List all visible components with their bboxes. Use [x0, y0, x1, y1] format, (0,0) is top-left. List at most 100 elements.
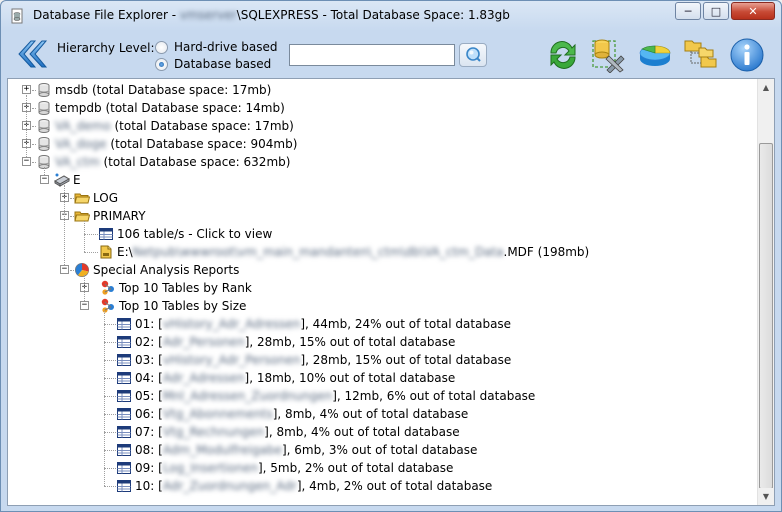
tree-node-drive[interactable]: E [54, 171, 81, 189]
expander-db-4[interactable]: − [22, 157, 31, 166]
tree-node-database[interactable]: VA_doge (total Database space: 904mb) [36, 135, 297, 153]
rank-prefix: 04: [ [135, 371, 163, 385]
size-list-item[interactable]: 08: [Adm_Modulfreigabe], 6mb, 3% out of … [116, 441, 477, 459]
size-list-item[interactable]: 09: [Log_Insertionen], 5mb, 2% out of to… [116, 459, 453, 477]
search-button[interactable] [459, 43, 487, 67]
vertical-scrollbar[interactable]: ▲ ▼ [757, 79, 774, 505]
table-name: vHistory_Adr_Adressen [162, 317, 301, 331]
mdf-prefix: E:\ [117, 245, 133, 259]
drive-icon [54, 172, 70, 188]
tree-line [84, 275, 85, 301]
tree-line [84, 252, 98, 253]
rank-prefix: 10: [ [135, 479, 163, 493]
size-list-item[interactable]: 07: [Vtg_Rechnungen], 8mb, 4% out of tot… [116, 423, 460, 441]
tree-node-log-folder[interactable]: LOG [74, 189, 118, 207]
scroll-up-button[interactable]: ▲ [758, 79, 774, 96]
tree-line [64, 185, 65, 265]
title-bar[interactable]: Database File Explorer - vmserver\SQLEXP… [1, 1, 781, 31]
radio-hard-drive-circle[interactable] [155, 40, 168, 54]
toolbar: Hierarchy Level: Hard-drive based Databa… [7, 31, 775, 77]
search-input[interactable] [289, 44, 455, 66]
database-name: msdb [55, 83, 89, 97]
tree-node-database[interactable]: tempdb (total Database space: 14mb) [36, 99, 285, 117]
database-tools-icon[interactable] [591, 37, 627, 73]
tree-line [84, 234, 98, 235]
radio-database[interactable]: Database based [155, 57, 271, 71]
drive-name: E [73, 173, 81, 187]
scroll-down-button[interactable]: ▼ [758, 488, 774, 505]
database-size: (total Database space: 14mb) [101, 101, 285, 115]
data-file-icon [98, 244, 114, 260]
back-arrow-icon[interactable] [15, 37, 49, 71]
size-list-item[interactable]: 05: [Mnl_Adressen_Zuordnungen], 12mb, 6%… [116, 387, 535, 405]
rank-prefix: 09: [ [135, 461, 163, 475]
tree-line [104, 311, 105, 486]
tree-line [32, 108, 36, 109]
table-size: ], 28mb, 15% out of total database [244, 335, 456, 349]
table-size: ], 28mb, 15% out of total database [300, 353, 512, 367]
tree-node-database[interactable]: VA_ctm (total Database space: 632mb) [36, 153, 290, 171]
close-button[interactable]: ✕ [731, 2, 775, 20]
table-name: Adr_Zuordnungen_Adr [162, 479, 297, 493]
minimize-button[interactable]: ─ [675, 2, 701, 20]
expander-reports[interactable]: − [60, 265, 69, 274]
tree-line [104, 342, 116, 343]
tree-node-database[interactable]: VA_demo (total Database space: 17mb) [36, 117, 294, 135]
rank-prefix: 05: [ [135, 389, 163, 403]
table-size: ], 6mb, 3% out of total database [281, 443, 478, 457]
tree-node-top-size[interactable]: Top 10 Tables by Size [100, 297, 246, 315]
node-text: Top 10 Tables by Rank [119, 279, 252, 297]
mdf-size: .MDF (198mb) [503, 245, 590, 259]
node-text: E:\Netpub\wwwroot\vm_main_mandanten\_ctm… [117, 243, 589, 261]
node-text: PRIMARY [93, 207, 146, 225]
table-icon [116, 316, 132, 332]
refresh-icon[interactable] [545, 37, 581, 73]
size-list-item[interactable]: 03: [vHistory_Adr_Personen], 28mb, 15% o… [116, 351, 511, 369]
tree-line [104, 378, 116, 379]
tables-link[interactable]: 106 table/s - Click to view [98, 225, 272, 243]
tree-line [104, 486, 116, 487]
table-name: Vtg_Abonnements [162, 407, 273, 421]
size-list-item[interactable]: 06: [Vtg_Abonnements], 8mb, 4% out of to… [116, 405, 468, 423]
maximize-button[interactable]: □ [703, 2, 729, 20]
size-list-item[interactable]: 10: [Adr_Zuordnungen_Adr], 4mb, 2% out o… [116, 477, 492, 495]
expander-db-0[interactable]: + [22, 85, 31, 94]
tree-line [70, 198, 74, 199]
database-size: (total Database space: 17mb) [88, 83, 272, 97]
tree-line [32, 162, 36, 163]
database-name: VA_doge [55, 137, 107, 151]
node-text: E [73, 171, 81, 189]
table-icon [116, 460, 132, 476]
table-icon [116, 334, 132, 350]
size-list-item[interactable]: 02: [Adr_Personen], 28mb, 15% out of tot… [116, 333, 455, 351]
tree-node-mdf-file[interactable]: E:\Netpub\wwwroot\vm_main_mandanten\_ctm… [98, 243, 589, 261]
folder-tree-icon[interactable] [683, 37, 719, 73]
radio-database-label: Database based [174, 57, 272, 71]
radio-database-circle[interactable] [155, 57, 168, 71]
database-name: tempdb [55, 101, 102, 115]
tree-node-top-rank[interactable]: Top 10 Tables by Rank [100, 279, 252, 297]
expander-drive[interactable]: − [40, 175, 49, 184]
node-text: 03: [vHistory_Adr_Personen], 28mb, 15% o… [135, 351, 511, 369]
pie-chart-icon[interactable] [637, 37, 673, 73]
node-text: tempdb (total Database space: 14mb) [55, 99, 285, 117]
title-host: vmserver [179, 8, 237, 22]
rank-prefix: 02: [ [135, 335, 163, 349]
tree-line [104, 414, 116, 415]
tree-line [104, 450, 116, 451]
size-list-item[interactable]: 04: [Adr_Adressen], 18mb, 10% out of tot… [116, 369, 455, 387]
expander-top-size[interactable]: − [80, 301, 89, 310]
radio-hard-drive[interactable]: Hard-drive based [155, 40, 277, 54]
tree-node-reports[interactable]: Special Analysis Reports [74, 261, 239, 279]
info-icon[interactable] [729, 37, 765, 73]
scroll-thumb[interactable] [759, 143, 773, 489]
node-text: 07: [Vtg_Rechnungen], 8mb, 4% out of tot… [135, 423, 460, 441]
table-size: ], 44mb, 24% out of total database [300, 317, 512, 331]
node-text: 06: [Vtg_Abonnements], 8mb, 4% out of to… [135, 405, 468, 423]
node-text: msdb (total Database space: 17mb) [55, 81, 271, 99]
title-prefix: Database File Explorer - [33, 8, 180, 22]
title-suffix: \SQLEXPRESS - Total Database Space: 1.83… [236, 8, 510, 22]
table-icon [98, 226, 114, 242]
size-list-item[interactable]: 01: [vHistory_Adr_Adressen], 44mb, 24% o… [116, 315, 511, 333]
tree-node-database[interactable]: msdb (total Database space: 17mb) [36, 81, 271, 99]
